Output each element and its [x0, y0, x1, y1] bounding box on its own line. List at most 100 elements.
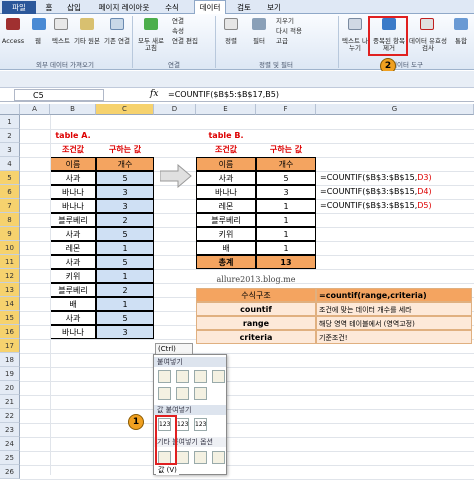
table-a-count-cell[interactable]: 3 [96, 325, 154, 339]
paste-linked-picture-icon[interactable] [212, 451, 225, 464]
name-box[interactable]: C5 [14, 89, 104, 101]
row-header[interactable]: 1 [0, 115, 20, 129]
table-a-name-cell[interactable]: 블루베리 [50, 213, 96, 227]
table-a-name-cell[interactable]: 사과 [50, 171, 96, 185]
properties-button[interactable]: 속성 [172, 28, 212, 35]
text-to-columns-button[interactable]: 텍스트 나누기 [340, 38, 370, 52]
tab-data[interactable]: 데이터 [194, 0, 226, 15]
row-header[interactable]: 18 [0, 353, 20, 367]
tab-file[interactable]: 파일 [2, 1, 36, 14]
clear-button[interactable]: 지우기 [276, 18, 316, 25]
tab-review[interactable]: 검토 [232, 1, 256, 14]
column-header[interactable]: G [316, 104, 474, 115]
table-a-name-cell[interactable]: 사과 [50, 311, 96, 325]
tab-home[interactable]: 홈 [40, 1, 58, 14]
table-a-name-cell[interactable]: 키위 [50, 269, 96, 283]
column-header[interactable]: E [196, 104, 256, 115]
row-header[interactable]: 12 [0, 269, 20, 283]
table-a-count-cell[interactable]: 5 [96, 171, 154, 185]
row-header[interactable]: 22 [0, 409, 20, 423]
paste-picture-icon[interactable] [194, 451, 207, 464]
table-b-name-cell[interactable]: 바나나 [196, 185, 256, 199]
table-b-count-cell[interactable]: 5 [256, 171, 316, 185]
table-a-count-cell[interactable]: 2 [96, 283, 154, 297]
table-a-count-cell[interactable]: 2 [96, 213, 154, 227]
row-header[interactable]: 25 [0, 451, 20, 465]
paste-column-width-icon[interactable] [176, 387, 189, 400]
table-a-count-cell[interactable]: 1 [96, 241, 154, 255]
row-header[interactable]: 8 [0, 213, 20, 227]
table-a-count-cell[interactable]: 3 [96, 185, 154, 199]
row-header[interactable]: 9 [0, 227, 20, 241]
row-header[interactable]: 17 [0, 339, 20, 353]
row-header[interactable]: 2 [0, 129, 20, 143]
row-header[interactable]: 6 [0, 185, 20, 199]
tab-formulas[interactable]: 수식 [160, 1, 184, 14]
table-b-count-cell[interactable]: 1 [256, 213, 316, 227]
column-header[interactable]: D [154, 104, 196, 115]
sort-button[interactable]: 정렬 [218, 38, 244, 45]
edit-links-button[interactable]: 연결 편집 [172, 38, 212, 45]
text-button[interactable]: 텍스트 [48, 38, 74, 45]
row-header[interactable]: 26 [0, 465, 20, 479]
web-button[interactable]: 웹 [28, 38, 48, 45]
paste-values-number-format-icon[interactable]: 123 [176, 418, 189, 431]
table-b-name-cell[interactable]: 배 [196, 241, 256, 255]
other-sources-button[interactable]: 기타 원본 [74, 38, 100, 45]
row-header[interactable]: 11 [0, 255, 20, 269]
row-header[interactable]: 19 [0, 367, 20, 381]
table-a-count-cell[interactable]: 3 [96, 199, 154, 213]
row-header[interactable]: 10 [0, 241, 20, 255]
row-header[interactable]: 15 [0, 311, 20, 325]
table-a-count-cell[interactable]: 5 [96, 255, 154, 269]
row-header[interactable]: 21 [0, 395, 20, 409]
advanced-button[interactable]: 고급 [276, 38, 316, 45]
table-b-count-cell[interactable]: 3 [256, 185, 316, 199]
access-button[interactable]: Access [0, 38, 26, 45]
data-validation-button[interactable]: 데이터 유효성 검사 [408, 38, 448, 52]
table-b-count-cell[interactable]: 1 [256, 199, 316, 213]
table-a-count-cell[interactable]: 5 [96, 227, 154, 241]
refresh-all-button[interactable]: 모두 새로 고침 [134, 38, 168, 52]
row-header[interactable]: 13 [0, 283, 20, 297]
table-a-name-cell[interactable]: 블루베리 [50, 283, 96, 297]
table-a-count-cell[interactable]: 5 [96, 311, 154, 325]
tab-insert[interactable]: 삽입 [62, 1, 86, 14]
row-header[interactable]: 16 [0, 325, 20, 339]
row-header[interactable]: 7 [0, 199, 20, 213]
row-header[interactable]: 24 [0, 437, 20, 451]
fx-icon[interactable]: fx [150, 89, 158, 99]
existing-connections-button[interactable]: 기존 연결 [104, 38, 130, 45]
spreadsheet-grid[interactable]: A B C D E F G 1 2 3 4 5 6 7 8 9 10 11 12 13 14 15 16 17 1… [0, 104, 474, 480]
table-a-name-cell[interactable]: 레몬 [50, 241, 96, 255]
table-a-name-cell[interactable]: 사과 [50, 227, 96, 241]
table-a-name-cell[interactable]: 바나나 [50, 185, 96, 199]
table-b-name-cell[interactable]: 사과 [196, 171, 256, 185]
column-header[interactable]: C [96, 104, 154, 115]
paste-format-brush-icon[interactable] [212, 370, 225, 383]
connections-button[interactable]: 연결 [172, 18, 212, 25]
select-all-corner[interactable] [0, 104, 20, 115]
paste-icon[interactable] [158, 370, 171, 383]
table-b-name-cell[interactable]: 키위 [196, 227, 256, 241]
row-header[interactable]: 5 [0, 171, 20, 185]
table-a-count-cell[interactable]: 1 [96, 269, 154, 283]
reapply-button[interactable]: 다시 적용 [276, 28, 316, 35]
table-a-name-cell[interactable]: 바나나 [50, 325, 96, 339]
column-header[interactable]: B [50, 104, 96, 115]
paste-link-icon[interactable] [176, 451, 189, 464]
table-a-name-cell[interactable]: 사과 [50, 255, 96, 269]
column-header[interactable]: F [256, 104, 316, 115]
paste-formulas-icon[interactable] [176, 370, 189, 383]
row-header[interactable]: 20 [0, 381, 20, 395]
filter-button[interactable]: 필터 [246, 38, 272, 45]
table-b-name-cell[interactable]: 레몬 [196, 199, 256, 213]
row-header[interactable]: 4 [0, 157, 20, 171]
row-header[interactable]: 3 [0, 143, 20, 157]
table-b-name-cell[interactable]: 블루베리 [196, 213, 256, 227]
paste-transpose-icon[interactable] [194, 387, 207, 400]
table-a-name-cell[interactable]: 배 [50, 297, 96, 311]
table-a-count-cell[interactable]: 1 [96, 297, 154, 311]
row-header[interactable]: 14 [0, 297, 20, 311]
tab-page-layout[interactable]: 페이지 레이아웃 [92, 1, 156, 14]
